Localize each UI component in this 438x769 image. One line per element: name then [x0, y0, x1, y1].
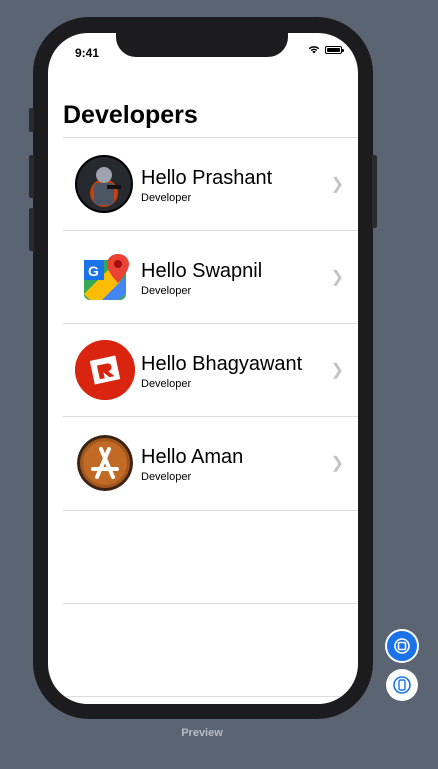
status-time: 9:41 [75, 46, 100, 60]
row-subtitle: Developer [141, 471, 192, 483]
empty-row-divider [63, 696, 358, 697]
live-preview-button[interactable] [385, 629, 419, 663]
volume-down-button [29, 208, 34, 251]
list-item[interactable]: G Hello Swapnil Developer ❯ [48, 230, 358, 323]
row-title: Hello Prashant [141, 167, 273, 189]
list-item[interactable]: Hello Prashant Developer ❯ [48, 137, 358, 230]
svg-text:G: G [88, 263, 99, 279]
device-screen: 9:41 Developers Hello Prashant Developer… [48, 33, 358, 704]
row-title: Hello Swapnil [141, 260, 263, 282]
row-divider [63, 510, 358, 511]
preview-label: Preview [181, 727, 223, 739]
status-icons [308, 45, 344, 54]
chevron-right-icon: ❯ [330, 175, 344, 193]
list-item[interactable]: Hello Bhagyawant Developer ❯ [48, 323, 358, 416]
chevron-right-icon: ❯ [330, 361, 344, 379]
chevron-right-icon: ❯ [330, 454, 344, 472]
roblox-icon [75, 339, 135, 400]
soldier-game-icon [75, 154, 133, 213]
mute-switch [29, 108, 34, 132]
device-icon [393, 676, 411, 694]
power-button [372, 155, 377, 228]
page-title: Developers [63, 101, 198, 129]
live-preview-icon [394, 638, 410, 654]
list-item[interactable]: Hello Aman Developer ❯ [48, 416, 358, 509]
maps-icon: G [75, 247, 135, 307]
row-subtitle: Developer [141, 378, 192, 390]
wifi-icon [308, 46, 320, 54]
row-title: Hello Aman [141, 446, 244, 468]
device-preview-button[interactable] [386, 669, 418, 701]
row-title: Hello Bhagyawant [141, 353, 303, 375]
row-subtitle: Developer [141, 285, 192, 297]
volume-up-button [29, 155, 34, 198]
row-subtitle: Developer [141, 192, 192, 204]
chevron-right-icon: ❯ [330, 268, 344, 286]
notch [116, 33, 288, 57]
battery-icon [325, 45, 344, 54]
empty-row-divider [63, 603, 358, 604]
app-store-icon [77, 434, 133, 491]
